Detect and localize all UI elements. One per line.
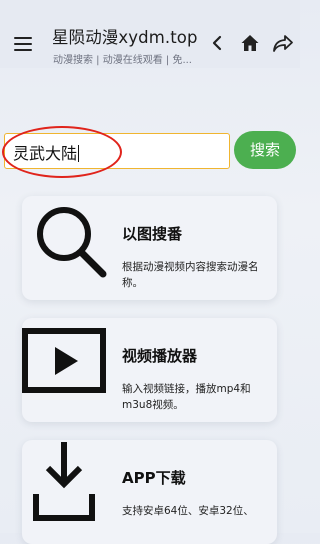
search-input-value: 灵武大陆 (13, 144, 78, 163)
share-icon[interactable] (272, 33, 294, 53)
search-button[interactable]: 搜索 (234, 131, 296, 169)
chevron-left-icon[interactable] (210, 34, 224, 52)
app-bar: 星陨动漫xydm.top 动漫搜索 | 动漫在线观看 | 免... (0, 0, 300, 68)
home-icon[interactable] (240, 33, 260, 53)
card-title: APP下载 (122, 469, 186, 487)
page-title: 星陨动漫xydm.top (52, 28, 198, 47)
download-icon (33, 442, 95, 521)
text-caret (78, 145, 80, 162)
search-input[interactable]: 灵武大陆 (4, 133, 230, 169)
card-title: 视频播放器 (122, 347, 198, 365)
page-subtitle: 动漫搜索 | 动漫在线观看 | 免... (53, 55, 192, 66)
card-app-download[interactable]: APP下载 支持安卓64位、安卓32位、 (22, 440, 277, 544)
menu-icon[interactable] (14, 37, 32, 51)
card-title: 以图搜番 (122, 225, 183, 243)
card-video-player[interactable]: 视频播放器 输入视频链接，播放mp4和m3u8视频。 (22, 318, 277, 422)
card-description: 输入视频链接，播放mp4和m3u8视频。 (122, 383, 251, 411)
play-icon (22, 328, 106, 393)
card-description: 支持安卓64位、安卓32位、 (122, 505, 254, 517)
magnifier-icon (37, 207, 107, 278)
card-description: 根据动漫视频内容搜索动漫名称。 (122, 261, 259, 289)
card-image-search[interactable]: 以图搜番 根据动漫视频内容搜索动漫名称。 (22, 196, 277, 300)
